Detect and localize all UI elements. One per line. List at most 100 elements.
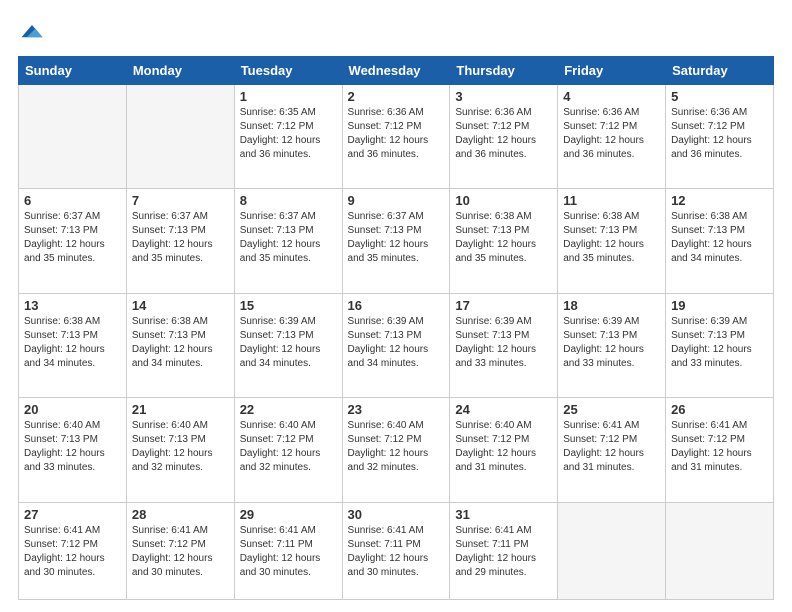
day-of-week-monday: Monday xyxy=(126,57,234,85)
day-of-week-wednesday: Wednesday xyxy=(342,57,450,85)
calendar-cell: 29 Sunrise: 6:41 AM Sunset: 7:11 PM Dayli… xyxy=(234,502,342,599)
calendar-cell: 8 Sunrise: 6:37 AM Sunset: 7:13 PM Daylig… xyxy=(234,189,342,293)
day-number: 19 xyxy=(671,298,768,313)
logo-icon xyxy=(18,18,46,46)
calendar-cell: 25Sunrise: 6:41 AM Sunset: 7:12 PM Dayli… xyxy=(558,398,666,502)
day-number: 11 xyxy=(563,193,660,208)
calendar-week-0: 1 Sunrise: 6:35 AM Sunset: 7:12 PM Daylig… xyxy=(19,85,774,189)
day-number: 13 xyxy=(24,298,121,313)
day-info: Sunrise: 6:38 AM Sunset: 7:13 PM Dayligh… xyxy=(24,315,121,371)
day-number: 26 xyxy=(671,402,768,417)
calendar-cell: 2 Sunrise: 6:36 AM Sunset: 7:12 PM Daylig… xyxy=(342,85,450,189)
header xyxy=(18,18,774,46)
calendar-week-2: 13 Sunrise: 6:38 AM Sunset: 7:13 PM Dayli… xyxy=(19,293,774,397)
day-info: Sunrise: 6:40 AM Sunset: 7:13 PM Dayligh… xyxy=(132,419,229,475)
day-number: 22 xyxy=(240,402,337,417)
day-number: 2 xyxy=(348,89,445,104)
day-info: Sunrise: 6:40 AM Sunset: 7:12 PM Dayligh… xyxy=(455,419,552,475)
day-number: 6 xyxy=(24,193,121,208)
day-info: Sunrise: 6:40 AM Sunset: 7:12 PM Dayligh… xyxy=(348,419,445,475)
calendar-cell: 13 Sunrise: 6:38 AM Sunset: 7:13 PM Dayli… xyxy=(19,293,127,397)
day-number: 8 xyxy=(240,193,337,208)
day-number: 24 xyxy=(455,402,552,417)
calendar-cell: 24 Sunrise: 6:40 AM Sunset: 7:12 PM Dayli… xyxy=(450,398,558,502)
calendar-body: 1 Sunrise: 6:35 AM Sunset: 7:12 PM Daylig… xyxy=(19,85,774,600)
page: SundayMondayTuesdayWednesdayThursdayFrid… xyxy=(0,0,792,612)
day-number: 30 xyxy=(348,507,445,522)
day-info: Sunrise: 6:41 AM Sunset: 7:12 PM Dayligh… xyxy=(671,419,768,475)
calendar-cell: 5 Sunrise: 6:36 AM Sunset: 7:12 PM Daylig… xyxy=(666,85,774,189)
day-number: 23 xyxy=(348,402,445,417)
calendar-cell: 4Sunrise: 6:36 AM Sunset: 7:12 PM Daylig… xyxy=(558,85,666,189)
day-info: Sunrise: 6:37 AM Sunset: 7:13 PM Dayligh… xyxy=(24,210,121,266)
day-info: Sunrise: 6:38 AM Sunset: 7:13 PM Dayligh… xyxy=(671,210,768,266)
calendar-cell: 17 Sunrise: 6:39 AM Sunset: 7:13 PM Dayli… xyxy=(450,293,558,397)
day-number: 3 xyxy=(455,89,552,104)
calendar-header: SundayMondayTuesdayWednesdayThursdayFrid… xyxy=(19,57,774,85)
calendar-cell: 1 Sunrise: 6:35 AM Sunset: 7:12 PM Daylig… xyxy=(234,85,342,189)
day-of-week-sunday: Sunday xyxy=(19,57,127,85)
calendar-cell xyxy=(126,85,234,189)
calendar-cell: 9 Sunrise: 6:37 AM Sunset: 7:13 PM Daylig… xyxy=(342,189,450,293)
day-number: 15 xyxy=(240,298,337,313)
day-number: 16 xyxy=(348,298,445,313)
calendar-table: SundayMondayTuesdayWednesdayThursdayFrid… xyxy=(18,56,774,600)
day-info: Sunrise: 6:37 AM Sunset: 7:13 PM Dayligh… xyxy=(132,210,229,266)
calendar-cell: 27Sunrise: 6:41 AM Sunset: 7:12 PM Dayli… xyxy=(19,502,127,599)
day-info: Sunrise: 6:41 AM Sunset: 7:11 PM Dayligh… xyxy=(455,524,552,580)
day-number: 25 xyxy=(563,402,660,417)
day-info: Sunrise: 6:36 AM Sunset: 7:12 PM Dayligh… xyxy=(348,106,445,162)
calendar-cell: 21 Sunrise: 6:40 AM Sunset: 7:13 PM Dayli… xyxy=(126,398,234,502)
day-info: Sunrise: 6:37 AM Sunset: 7:13 PM Dayligh… xyxy=(240,210,337,266)
days-of-week-row: SundayMondayTuesdayWednesdayThursdayFrid… xyxy=(19,57,774,85)
day-number: 17 xyxy=(455,298,552,313)
day-number: 14 xyxy=(132,298,229,313)
day-info: Sunrise: 6:41 AM Sunset: 7:12 PM Dayligh… xyxy=(132,524,229,580)
day-number: 9 xyxy=(348,193,445,208)
day-info: Sunrise: 6:40 AM Sunset: 7:13 PM Dayligh… xyxy=(24,419,121,475)
calendar-cell xyxy=(558,502,666,599)
day-number: 28 xyxy=(132,507,229,522)
calendar-cell: 20 Sunrise: 6:40 AM Sunset: 7:13 PM Dayli… xyxy=(19,398,127,502)
day-number: 20 xyxy=(24,402,121,417)
calendar-cell: 16 Sunrise: 6:39 AM Sunset: 7:13 PM Dayli… xyxy=(342,293,450,397)
day-info: Sunrise: 6:36 AM Sunset: 7:12 PM Dayligh… xyxy=(671,106,768,162)
calendar-cell: 10 Sunrise: 6:38 AM Sunset: 7:13 PM Dayli… xyxy=(450,189,558,293)
calendar-cell: 11Sunrise: 6:38 AM Sunset: 7:13 PM Dayli… xyxy=(558,189,666,293)
day-of-week-thursday: Thursday xyxy=(450,57,558,85)
day-info: Sunrise: 6:39 AM Sunset: 7:13 PM Dayligh… xyxy=(455,315,552,371)
day-info: Sunrise: 6:35 AM Sunset: 7:12 PM Dayligh… xyxy=(240,106,337,162)
logo xyxy=(18,18,50,46)
day-info: Sunrise: 6:41 AM Sunset: 7:11 PM Dayligh… xyxy=(348,524,445,580)
calendar-cell: 6 Sunrise: 6:37 AM Sunset: 7:13 PM Daylig… xyxy=(19,189,127,293)
day-info: Sunrise: 6:39 AM Sunset: 7:13 PM Dayligh… xyxy=(348,315,445,371)
day-of-week-saturday: Saturday xyxy=(666,57,774,85)
calendar-cell: 30 Sunrise: 6:41 AM Sunset: 7:11 PM Dayli… xyxy=(342,502,450,599)
day-number: 21 xyxy=(132,402,229,417)
calendar-cell: 26 Sunrise: 6:41 AM Sunset: 7:12 PM Dayli… xyxy=(666,398,774,502)
calendar-cell: 15 Sunrise: 6:39 AM Sunset: 7:13 PM Dayli… xyxy=(234,293,342,397)
day-info: Sunrise: 6:36 AM Sunset: 7:12 PM Dayligh… xyxy=(455,106,552,162)
day-info: Sunrise: 6:38 AM Sunset: 7:13 PM Dayligh… xyxy=(455,210,552,266)
calendar-cell: 12 Sunrise: 6:38 AM Sunset: 7:13 PM Dayli… xyxy=(666,189,774,293)
calendar-week-1: 6 Sunrise: 6:37 AM Sunset: 7:13 PM Daylig… xyxy=(19,189,774,293)
calendar-cell: 3 Sunrise: 6:36 AM Sunset: 7:12 PM Daylig… xyxy=(450,85,558,189)
day-info: Sunrise: 6:39 AM Sunset: 7:13 PM Dayligh… xyxy=(240,315,337,371)
day-info: Sunrise: 6:41 AM Sunset: 7:12 PM Dayligh… xyxy=(24,524,121,580)
calendar-cell xyxy=(666,502,774,599)
day-info: Sunrise: 6:36 AM Sunset: 7:12 PM Dayligh… xyxy=(563,106,660,162)
day-info: Sunrise: 6:41 AM Sunset: 7:11 PM Dayligh… xyxy=(240,524,337,580)
day-number: 5 xyxy=(671,89,768,104)
day-info: Sunrise: 6:37 AM Sunset: 7:13 PM Dayligh… xyxy=(348,210,445,266)
calendar-cell: 7Sunrise: 6:37 AM Sunset: 7:13 PM Daylig… xyxy=(126,189,234,293)
day-info: Sunrise: 6:39 AM Sunset: 7:13 PM Dayligh… xyxy=(563,315,660,371)
day-number: 29 xyxy=(240,507,337,522)
calendar-cell: 31 Sunrise: 6:41 AM Sunset: 7:11 PM Dayli… xyxy=(450,502,558,599)
day-number: 10 xyxy=(455,193,552,208)
day-number: 31 xyxy=(455,507,552,522)
calendar-cell: 22Sunrise: 6:40 AM Sunset: 7:12 PM Dayli… xyxy=(234,398,342,502)
calendar-week-4: 27Sunrise: 6:41 AM Sunset: 7:12 PM Dayli… xyxy=(19,502,774,599)
calendar-cell: 28 Sunrise: 6:41 AM Sunset: 7:12 PM Dayli… xyxy=(126,502,234,599)
day-number: 12 xyxy=(671,193,768,208)
day-number: 1 xyxy=(240,89,337,104)
